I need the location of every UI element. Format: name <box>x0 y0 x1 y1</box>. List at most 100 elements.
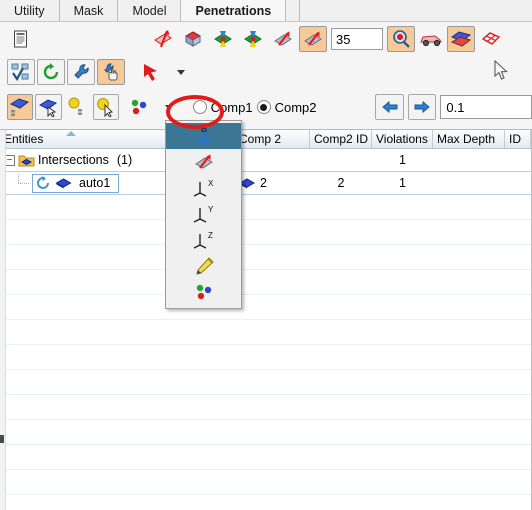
tree-connector <box>16 173 32 189</box>
three-dots-marker-button[interactable] <box>127 94 154 120</box>
report-document-button[interactable] <box>7 26 35 52</box>
table-empty-row[interactable] <box>0 220 531 245</box>
penetration-grey-button[interactable] <box>269 26 297 52</box>
menu-item-axis-z[interactable]: Z <box>166 227 241 253</box>
settings-wrench-button[interactable] <box>67 59 95 85</box>
cell-entities[interactable]: auto1 <box>0 173 180 193</box>
cell-entities[interactable]: − Intersections (1) <box>0 153 180 167</box>
red-mesh-icon <box>481 32 501 45</box>
column-header-comp2-label: Comp 2 <box>239 132 282 146</box>
table-row[interactable]: auto1 2 2 1 <box>0 172 531 195</box>
column-header-violations-label: Violations <box>376 132 428 146</box>
table-empty-row[interactable] <box>0 295 531 320</box>
radio-comp2-button[interactable] <box>256 100 271 114</box>
shaded-surface-toggle[interactable] <box>6 94 34 120</box>
table-empty-row[interactable] <box>0 395 531 420</box>
menu-item-three-dots[interactable] <box>166 279 241 305</box>
cell-comp2-value: 2 <box>260 176 267 190</box>
radio-comp1-label: Comp1 <box>210 99 253 115</box>
refresh-button[interactable] <box>37 59 65 85</box>
zoom-find-button[interactable] <box>387 26 415 52</box>
mesh-grid-button[interactable] <box>477 26 505 52</box>
menu-item-pencil[interactable] <box>166 253 241 279</box>
marker-dropdown-button[interactable] <box>155 94 182 120</box>
menu-item-anchor[interactable] <box>166 123 241 149</box>
table-empty-row[interactable] <box>0 495 531 510</box>
table-empty-row[interactable] <box>0 195 531 220</box>
penetration-depth-toggle[interactable] <box>299 26 327 52</box>
checkmark-elements-icon <box>11 63 29 82</box>
nav-prev-button[interactable] <box>375 94 404 120</box>
blue-anchor-icon <box>197 127 210 144</box>
penetration-check-button[interactable] <box>149 26 177 52</box>
table-empty-row[interactable] <box>0 245 531 270</box>
depth-value-input[interactable]: 35 <box>331 28 383 50</box>
axis-z-icon: Z <box>193 231 213 249</box>
radio-comp1-button[interactable] <box>192 100 207 114</box>
row-count-intersections: (1) <box>116 153 133 167</box>
tab-model[interactable]: Model <box>118 0 182 21</box>
column-header-comp2-id[interactable]: Comp2 ID <box>310 130 372 148</box>
blue-diamond-icon <box>55 178 72 189</box>
cell-comp2: 2 <box>235 176 310 190</box>
node-pick-button[interactable] <box>92 94 120 120</box>
radio-comp2[interactable]: Comp2 <box>256 99 317 115</box>
table-empty-row[interactable] <box>0 445 531 470</box>
tolerance-value-input[interactable]: 0.1 <box>440 95 532 119</box>
manual-fix-toggle[interactable] <box>97 59 125 85</box>
tab-utility[interactable]: Utility <box>0 0 60 21</box>
vehicle-view-button[interactable] <box>417 26 445 52</box>
marker-dropdown-menu[interactable]: X Y Z <box>165 120 242 309</box>
column-header-violations[interactable]: Violations <box>372 130 433 148</box>
table-row[interactable]: − Intersections (1) 1 <box>0 149 531 172</box>
mouse-cursor <box>494 59 510 85</box>
chevron-down-icon <box>164 104 173 110</box>
table-empty-row[interactable] <box>0 345 531 370</box>
column-header-comp2[interactable]: Comp 2 <box>235 130 310 148</box>
pick-surface-button[interactable] <box>35 94 62 120</box>
tab-penetrations[interactable]: Penetrations <box>181 0 287 21</box>
radio-comp1[interactable]: Comp1 <box>192 99 253 115</box>
penetrations-table: Entities Comp 2 Comp2 ID Violations Max … <box>0 130 532 510</box>
red-pointer-button[interactable] <box>137 59 165 85</box>
cell-violations: 1 <box>399 153 406 167</box>
radio-comp2-label: Comp2 <box>274 99 317 115</box>
column-header-id[interactable]: ID <box>505 130 531 148</box>
tab-bar-end <box>286 0 301 21</box>
intersection-box-button[interactable] <box>179 26 207 52</box>
pointer-dropdown-button[interactable] <box>167 59 195 85</box>
table-empty-row[interactable] <box>0 320 531 345</box>
yellow-pencil-icon <box>195 257 214 275</box>
hand-wrench-icon <box>104 63 118 81</box>
table-empty-row[interactable] <box>0 470 531 495</box>
cell-comp2-id: 2 <box>337 176 345 190</box>
node-list-button[interactable] <box>64 94 91 120</box>
shaded-elements-toggle[interactable] <box>447 26 475 52</box>
blue-plates-icon <box>450 31 472 47</box>
column-header-id-label: ID <box>509 132 521 146</box>
column-header-max-depth[interactable]: Max Depth <box>433 130 505 148</box>
blue-refresh-icon <box>37 176 49 189</box>
menu-item-penetration[interactable] <box>166 149 241 175</box>
penetration-green-button[interactable] <box>209 26 237 52</box>
table-empty-row[interactable] <box>0 420 531 445</box>
svg-text:X: X <box>208 179 214 188</box>
menu-item-axis-x[interactable]: X <box>166 175 241 201</box>
table-empty-row[interactable] <box>0 370 531 395</box>
column-header-entities[interactable]: Entities <box>0 130 180 148</box>
yellow-node-list-icon <box>68 97 83 115</box>
table-empty-row[interactable] <box>0 270 531 295</box>
tab-utility-label: Utility <box>14 3 45 18</box>
selected-entity-box[interactable]: auto1 <box>32 173 120 193</box>
menu-item-axis-y[interactable]: Y <box>166 201 241 227</box>
blue-plate-list-icon <box>10 98 30 116</box>
arrow-right-icon <box>414 100 430 114</box>
sort-ascending-icon <box>66 131 76 136</box>
check-elements-button[interactable] <box>7 59 35 85</box>
tab-mask[interactable]: Mask <box>59 0 119 21</box>
magnifier-icon <box>393 30 410 48</box>
nav-next-button[interactable] <box>407 94 437 120</box>
penetration-green2-button[interactable] <box>239 26 267 52</box>
cell-violations: 1 <box>399 176 406 190</box>
tolerance-value-text: 0.1 <box>446 99 465 115</box>
